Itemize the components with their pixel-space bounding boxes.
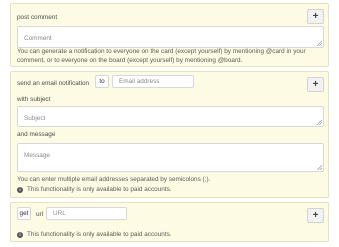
url-placeholder: URL [53, 210, 66, 217]
to-label: to [99, 78, 105, 85]
subject-placeholder: Subject [24, 115, 46, 122]
email-paid-note-text: This functionality is only available to … [27, 186, 172, 193]
resize-grip-icon[interactable] [317, 41, 322, 46]
email-notification-block: send an email notification to Email addr… [10, 71, 329, 198]
message-placeholder: Message [24, 152, 50, 159]
http-paid-note: i This functionality is only available t… [17, 231, 172, 238]
subject-textarea[interactable]: Subject [17, 106, 324, 127]
add-http-request-button[interactable]: + [307, 208, 324, 223]
email-notification-label: send an email notification [17, 80, 90, 87]
method-label: get [19, 210, 29, 217]
http-request-block: get url URL + i This functionality is on… [10, 202, 329, 242]
actions-panel: post comment + Comment You can generate … [0, 0, 339, 247]
post-comment-help: You can generate a notification to every… [17, 48, 306, 64]
and-message-label: and message [17, 131, 56, 138]
url-label: url [36, 211, 44, 218]
comment-textarea[interactable]: Comment [17, 26, 324, 48]
info-icon: i [17, 186, 23, 193]
with-subject-label: with subject [17, 96, 51, 103]
email-address-input[interactable]: Email address [112, 75, 194, 88]
url-input[interactable]: URL [46, 207, 127, 220]
add-email-notification-button[interactable]: + [307, 77, 324, 92]
email-help: You can enter multiple email addresses s… [17, 176, 211, 183]
resize-grip-icon[interactable] [317, 120, 322, 125]
resize-grip-icon[interactable] [317, 165, 322, 170]
email-address-placeholder: Email address [119, 78, 160, 85]
add-post-comment-button[interactable]: + [307, 9, 324, 24]
method-chip[interactable]: get [17, 207, 31, 220]
http-paid-note-text: This functionality is only available to … [27, 231, 172, 238]
email-paid-note: i This functionality is only available t… [17, 186, 172, 193]
info-icon: i [17, 231, 23, 238]
post-comment-block: post comment + Comment You can generate … [10, 3, 329, 67]
to-label-chip: to [95, 75, 109, 88]
comment-placeholder: Comment [24, 35, 52, 42]
message-textarea[interactable]: Message [17, 143, 324, 172]
post-comment-label: post comment [17, 14, 58, 21]
